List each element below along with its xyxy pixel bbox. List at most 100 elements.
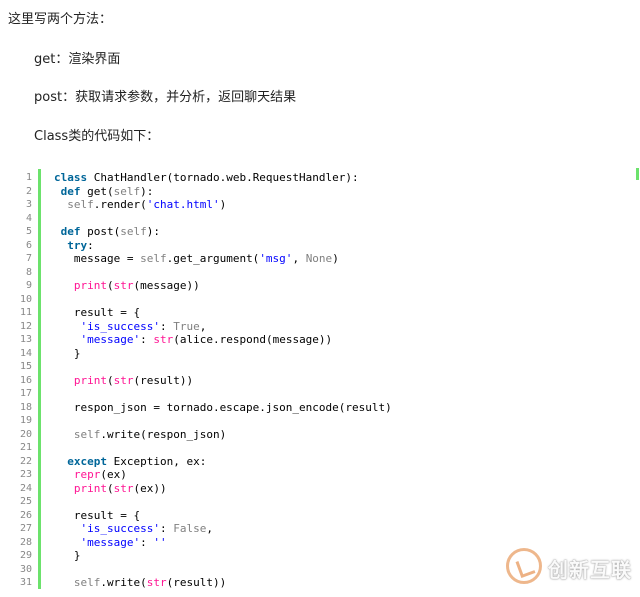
code-token: , [206,522,213,535]
code-line: class ChatHandler(tornado.web.RequestHan… [54,171,359,185]
code-token: : [159,522,174,535]
code-token: str [113,481,134,495]
code-token: self [67,198,94,211]
code-line: def post(self): [54,225,160,239]
code-line-number: 12 [19,320,32,332]
code-token: ChatHandler(tornado.web.RequestHandler): [87,171,359,184]
code-token: 'message' [80,535,141,549]
code-line-number: 16 [19,374,32,386]
code-token: (alice.respond(message)) [173,333,333,346]
code-token: self [73,576,101,589]
code-line: result = { [54,306,140,320]
code-token: .render( [93,198,147,211]
paragraph-post: post：获取请求参数，并分析，返回聊天结果 [34,90,297,105]
paragraph-intro: 这里写两个方法： [8,12,113,27]
code-line: print(str(ex)) [54,482,167,496]
code-line-number: 1 [25,172,32,183]
code-line-number: 14 [19,347,32,359]
code-token: (result)) [166,576,227,589]
code-line-number: 22 [19,455,32,467]
paragraph-class-intro: Class类的代码如下： [34,129,160,144]
code-token: 'is_success' [80,319,160,333]
code-line-number: 20 [19,428,32,440]
code-token: ) [219,198,227,211]
code-line-number: 9 [25,280,32,291]
code-line: result = { [54,509,140,523]
code-line: 'message': str(alice.respond(message)) [54,333,333,347]
code-token: ) [332,252,339,265]
code-line: respon_json = tornado.escape.json_encode… [54,401,392,415]
code-line-number: 6 [25,239,32,251]
code-token: ( [107,279,114,292]
code-token: .write(respon_json) [100,427,227,441]
code-line-number: 15 [19,361,32,372]
code-token: str [113,279,134,292]
code-line: def get(self): [54,184,154,199]
code-token: None [305,252,333,265]
code-gutter-bar [38,169,41,589]
code-line: print(str(message)) [54,279,200,293]
code-token: self [113,184,141,198]
code-token: def [60,225,81,238]
code-token: print [73,481,107,495]
code-line: } [54,347,81,361]
code-token: '' [153,535,167,549]
code-token: (result)) [133,373,194,387]
code-line-number: 5 [25,226,32,237]
code-line: try: [54,239,94,253]
code-line-number: 13 [19,334,32,345]
code-token: except [67,454,107,468]
code-line: except Exception, ex: [54,455,206,469]
code-line: 'is_success': True, [54,319,207,334]
code-token: ): [140,184,154,198]
code-token: } [54,346,81,360]
code-line-number: 19 [19,415,32,426]
code-token: 'message' [80,333,141,346]
code-line-number: 2 [25,185,32,197]
code-line-number: 25 [19,496,32,507]
code-token: , [292,252,306,265]
code-token: result = { [54,508,141,522]
code-token: .write( [100,576,147,589]
code-token: str [146,576,167,589]
code-line: self.write(str(result)) [54,576,226,590]
watermark-logo-icon [506,548,542,584]
code-token: print [73,373,107,387]
code-token: , [199,319,207,333]
code-token: : [140,535,154,549]
code-line: repr(ex) [54,468,127,482]
code-token: ): [146,225,160,238]
code-line: self.write(respon_json) [54,428,226,442]
code-line: 'is_success': False, [54,522,213,536]
code-token: self [73,427,101,441]
code-token: : [87,238,94,252]
code-token: message = [54,252,141,265]
code-token: class [54,171,88,184]
code-token: True [173,319,200,333]
code-line-number: 7 [25,253,32,264]
code-token: str [153,333,174,346]
code-line-number: 21 [19,442,32,453]
code-line-number: 8 [25,266,32,278]
code-line-number: 31 [19,577,32,588]
code-line-number: 11 [19,307,32,318]
code-token: .get_argument( [166,252,260,265]
code-line: } [54,549,81,563]
code-line-numbers: 1 2 3 4 5 6 7 8 9 10 11 12 13 14 15 16 17 18 19 20 21 22 23 24 2… [0,169,36,589]
code-line-number: 4 [25,212,32,224]
code-token: Exception, ex: [107,454,207,468]
code-scroll-marker [636,168,639,180]
watermark-text: 创新互联 [548,558,632,582]
code-token: (ex)) [133,481,167,495]
